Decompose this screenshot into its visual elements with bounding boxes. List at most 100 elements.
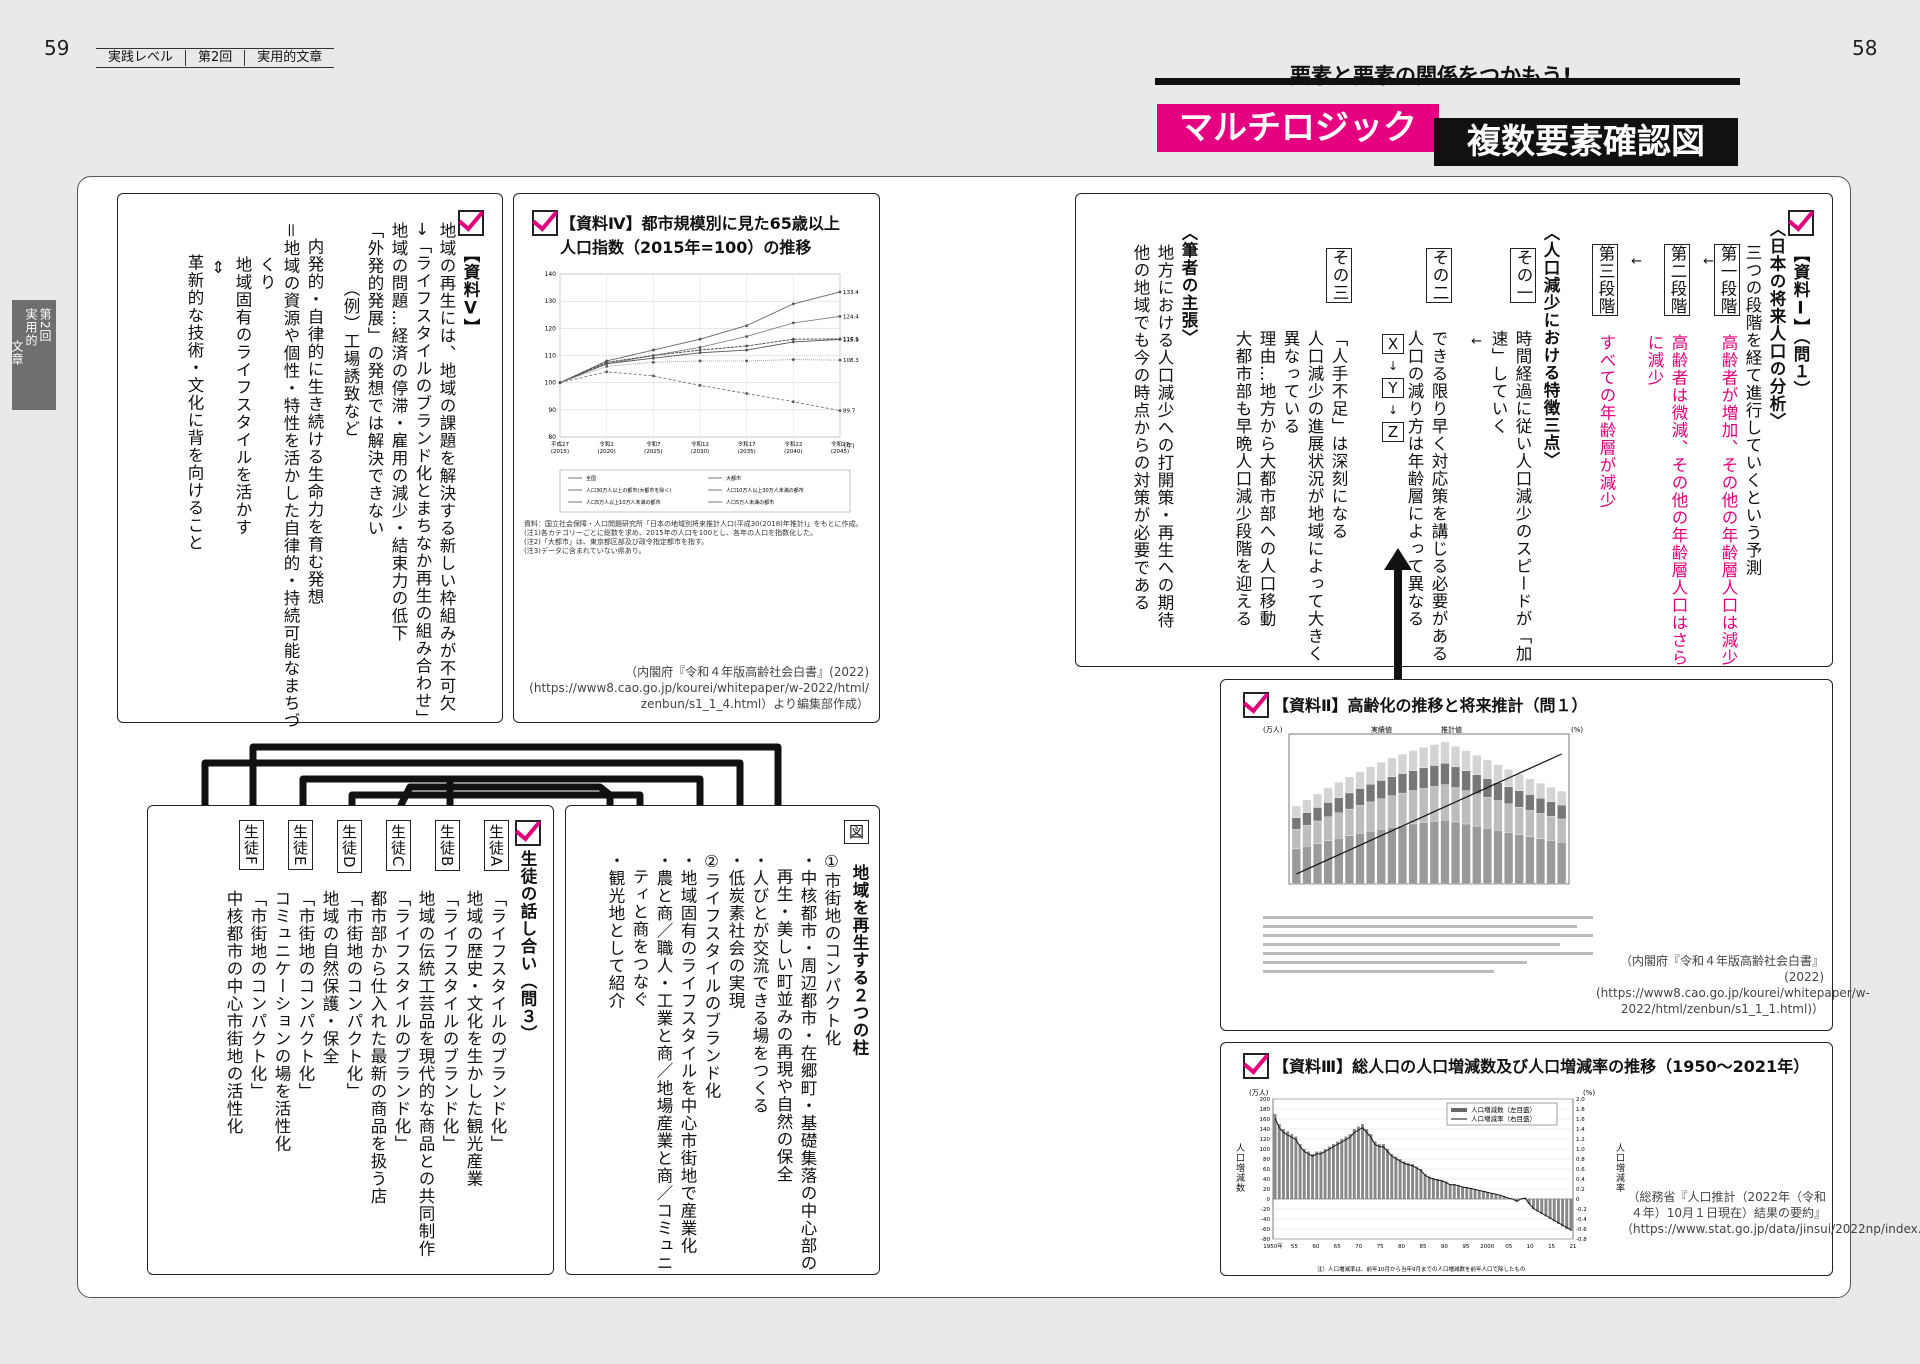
aging-y-left-unit: (万人) <box>1263 726 1283 734</box>
aged-point <box>838 314 842 318</box>
aged-end-label: 108.3 <box>843 358 859 364</box>
aging-bar-segment <box>1525 810 1535 837</box>
aging-bar-segment <box>1546 801 1556 817</box>
checkbox-icon[interactable] <box>1788 210 1814 236</box>
aged-point <box>651 374 655 378</box>
material-5-line-11: 革新的な技術・文化に背を向けること <box>185 254 204 552</box>
material-4-source: （内閣府『令和４年版高齢社会白書』(2022) (https://www8.ca… <box>529 664 869 712</box>
material-4-note-3: (注2)「大都市」は、東京都区部及び政令指定都市を指す。 <box>524 538 709 546</box>
pop-y2-tick: 0.4 <box>1576 1177 1585 1183</box>
aging-bar-segment <box>1461 770 1471 791</box>
aging-bar-segment <box>1366 766 1376 785</box>
feature-3-label: その三 <box>1326 248 1352 303</box>
aging-bar-segment <box>1313 807 1322 822</box>
aging-chart: (万人) (%) 実績値 推計値 <box>1263 725 1583 885</box>
aged-point <box>791 358 795 361</box>
aged-x-tick-year: (2030) <box>691 449 709 455</box>
pop-bar <box>1277 1124 1281 1199</box>
figure-box: 図 地域を再生する２つの柱 ①市街地のコンパクト化 ・中核都市・周辺都市・在郷町… <box>565 805 880 1275</box>
material-2-source: （内閣府『令和４年版高齢社会白書』(2022) (https://www8.ca… <box>1596 954 1870 1016</box>
pop-y2-tick: 2.0 <box>1576 1097 1585 1103</box>
pop-x-tick: 90 <box>1441 1244 1448 1250</box>
aging-bar-segment <box>1514 774 1524 791</box>
author-heading: 〈筆者の主張〉 <box>1179 224 1198 347</box>
aged-point <box>791 337 795 341</box>
material-5-line-5: （例）工場誘致など <box>341 280 360 438</box>
aging-bar-segment <box>1387 795 1397 828</box>
pop-bar <box>1423 1174 1427 1199</box>
aging-bar-segment <box>1366 784 1376 803</box>
material-3-source: （総務省『人口推計（2022年（令和４年）10月１日現在）結果の要約』（http… <box>1621 1190 1920 1236</box>
aged-point <box>698 351 702 355</box>
left-page-number: 59 <box>44 36 70 60</box>
pop-y2-tick: 0.8 <box>1576 1157 1585 1163</box>
aged-point <box>745 392 749 395</box>
pop-x-tick: 55 <box>1291 1244 1298 1250</box>
figure-p2-d: ティと商をつなぐ <box>630 868 649 1008</box>
checkbox-icon[interactable] <box>1243 1053 1269 1079</box>
aged-y-tick: 80 <box>548 434 556 441</box>
pop-bar <box>1552 1199 1556 1222</box>
checkbox-icon[interactable] <box>458 210 484 236</box>
aging-bar-segment <box>1398 825 1407 885</box>
pop-x-tick: 85 <box>1420 1244 1427 1250</box>
checkbox-icon[interactable] <box>515 820 541 846</box>
aging-bar-segment <box>1482 828 1492 885</box>
aged-point <box>838 338 842 341</box>
aging-bar-segment <box>1302 846 1312 885</box>
aging-bar-segment <box>1482 759 1492 779</box>
student-e-text-b: コミュニケーションの場を活性化 <box>272 890 291 1153</box>
aging-bar-segment <box>1408 770 1418 791</box>
student-d-text-a: 「市街地のコンパクト化」 <box>344 890 363 1100</box>
feature-3-text-a: 「人手不足」は深刻になる <box>1329 330 1348 540</box>
aged-point <box>745 324 749 328</box>
pop-bar <box>1365 1129 1369 1199</box>
checkbox-icon[interactable] <box>532 210 558 236</box>
aged-point <box>651 348 655 352</box>
aged-point <box>838 409 842 413</box>
aging-bar-segment <box>1313 793 1322 808</box>
side-tab: 第2回 実用的 文章 <box>10 300 56 410</box>
aging-bar-segment <box>1557 818 1567 843</box>
side-tab-round: 第2回 <box>38 308 52 343</box>
student-c-text-a: 「ライフスタイルのブランド化」 <box>392 890 411 1153</box>
aged-point <box>745 335 749 338</box>
pop-bar <box>1286 1131 1290 1199</box>
aging-bar-segment <box>1334 812 1344 839</box>
banner-pink-title: マルチロジック <box>1157 104 1439 152</box>
material-4-note-4: (注3)データに含まれていない県あり。 <box>524 547 646 555</box>
pop-bar <box>1344 1136 1348 1199</box>
aged-legend-label: 人口30万人以上の都市(大都市を除く) <box>586 487 671 494</box>
aged-end-label: 124.4 <box>843 314 859 320</box>
pop-y2-tick: 1.6 <box>1576 1117 1585 1123</box>
aged-point <box>605 364 609 368</box>
figure-p1-c: 再生・美しい町並みの再現や自然の保全 <box>774 868 793 1183</box>
checkbox-icon[interactable] <box>1243 692 1269 718</box>
figure-p1-e: ・低炭素社会の実現 <box>726 852 745 1010</box>
pop-bar <box>1415 1166 1419 1199</box>
aging-bar-segment <box>1323 816 1333 841</box>
aging-bar-segment <box>1291 848 1301 885</box>
stage-2-text-a: 高齢者は微減、その他の年齢層人口はさら <box>1669 334 1688 667</box>
pop-bar <box>1411 1164 1415 1199</box>
arrow-left-icon: ← <box>1631 254 1642 269</box>
feature-3-text-e: 大都市部も早晩人口減少段階を迎える <box>1233 330 1252 628</box>
aging-bar-segment <box>1440 784 1450 821</box>
aging-bar-segment <box>1398 753 1407 774</box>
pop-y2-tick: 1.8 <box>1576 1107 1585 1113</box>
material-4-notes: 資料：国立社会保障・人口問題研究所「日本の地域別将来推計人口(平成30(2018… <box>524 520 874 556</box>
aging-bar-segment <box>1440 819 1450 885</box>
pop-y2-tick: 0.6 <box>1576 1167 1585 1173</box>
pop-unit-right: (%) <box>1583 1089 1595 1097</box>
pop-y-tick: 20 <box>1263 1187 1270 1193</box>
pop-bar <box>1431 1178 1435 1199</box>
aged-x-unit: (年) <box>844 442 855 450</box>
aging-bar-segment <box>1398 792 1407 826</box>
stage-2-label: 第二段階 <box>1664 244 1690 316</box>
aged-index-chart: 8090100110120130140 133.4124.4116.1115.9… <box>545 271 859 513</box>
student-b-text-b: 地域の伝統工芸品を現代的な商品との共同制作 <box>416 890 435 1258</box>
student-a-text-a: 「ライフスタイルのブランド化」 <box>488 890 507 1153</box>
aged-point <box>558 381 562 385</box>
aged-y-tick: 120 <box>545 325 557 332</box>
student-f-tag: 生徒F <box>239 820 264 870</box>
